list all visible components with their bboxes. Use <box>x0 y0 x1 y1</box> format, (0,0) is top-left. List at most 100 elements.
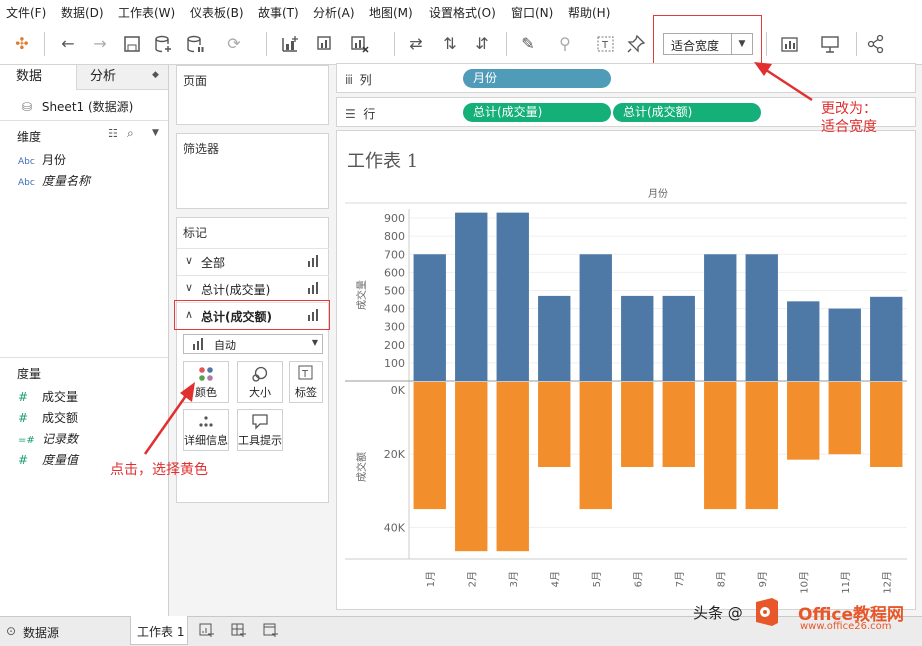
view-list-icon[interactable]: ☷ <box>108 127 118 140</box>
new-dashboard-tab-icon[interactable] <box>231 622 247 641</box>
calculated-number-icon: =# <box>18 435 35 446</box>
menu-story[interactable]: 故事(T) <box>258 4 299 21</box>
column-pill-month[interactable]: 月份 <box>463 69 611 88</box>
y-axis-title-amount: 成交额 <box>355 452 368 482</box>
measure-field[interactable]: # 成交额 <box>18 409 78 426</box>
number-type-icon: # <box>18 390 29 404</box>
menu-worksheet[interactable]: 工作表(W) <box>118 4 175 21</box>
tab-data-label: 数据 <box>16 69 43 84</box>
x-tick-label: 1月 <box>425 571 437 587</box>
label-button-label: 标签 <box>295 386 317 399</box>
tab-menu-icon[interactable]: ◆ <box>152 70 159 80</box>
menu-file[interactable]: 文件(F) <box>6 4 46 21</box>
tooltip-button[interactable]: 工具提示 <box>237 409 283 451</box>
tab-data[interactable]: 数据 <box>0 65 77 90</box>
sort-ascending-icon[interactable]: ⇅ <box>440 34 460 54</box>
sheet-tab[interactable]: 工作表 1 <box>130 616 188 645</box>
marks-row-highlight-box <box>174 300 330 330</box>
share-icon[interactable] <box>866 34 886 54</box>
clear-sheet-icon[interactable] <box>350 34 370 54</box>
bar-chart-icon <box>192 338 206 353</box>
sort-descending-icon[interactable]: ⇵ <box>472 34 492 54</box>
y-tick-label: 400 <box>384 303 405 316</box>
swap-rows-columns-icon[interactable]: ⇄ <box>406 34 426 54</box>
pause-datasource-icon[interactable] <box>185 34 205 54</box>
measure-field[interactable]: # 成交量 <box>18 388 78 405</box>
divider <box>0 357 168 358</box>
marks-row-volume[interactable]: ∨ 总计(成交量) <box>177 275 329 302</box>
measure-field[interactable]: =# 记录数 <box>18 430 78 447</box>
menu-data[interactable]: 数据(D) <box>61 4 104 21</box>
bar-amount <box>745 382 778 510</box>
x-tick-label: 5月 <box>591 571 603 587</box>
mark-type-dropdown[interactable]: 自动 ▼ <box>183 334 323 354</box>
new-worksheet-tab-icon[interactable] <box>199 622 215 641</box>
number-type-icon: # <box>18 453 29 467</box>
toolbar-divider <box>766 32 767 56</box>
undo-icon[interactable]: ← <box>58 34 78 54</box>
refresh-icon[interactable]: ⟳ <box>224 34 244 54</box>
menu-dashboard[interactable]: 仪表板(B) <box>190 4 244 21</box>
y-tick-label: 500 <box>384 284 405 297</box>
size-icon <box>238 362 282 384</box>
tab-analysis[interactable]: 分析 <box>90 65 116 89</box>
search-icon[interactable]: ⌕ <box>127 126 134 141</box>
measures-title: 度量 <box>17 367 42 381</box>
menu-window[interactable]: 窗口(N) <box>511 4 553 21</box>
group-members-icon[interactable]: ⚲ <box>555 34 575 54</box>
redo-icon[interactable]: → <box>90 34 110 54</box>
pages-card[interactable]: 页面 <box>176 65 329 125</box>
duplicate-sheet-icon[interactable] <box>315 34 335 54</box>
data-pane: 数据 分析 ◆ ⛁ Sheet1 (数据源) 维度 ☷ ⌕ ▼ Abc 月份 Ab… <box>0 65 169 616</box>
tableau-logo-icon[interactable]: ✣ <box>12 34 32 54</box>
menu-format[interactable]: 设置格式(O) <box>429 4 496 21</box>
show-labels-icon[interactable]: T <box>596 34 616 54</box>
color-button[interactable]: 颜色 <box>183 361 229 403</box>
tooltip-button-label: 工具提示 <box>238 434 282 447</box>
bar-amount <box>413 382 446 510</box>
dimensions-menu-icon[interactable]: ▼ <box>152 128 159 138</box>
menu-analysis[interactable]: 分析(A) <box>313 4 355 21</box>
save-icon[interactable] <box>122 34 142 54</box>
label-button[interactable]: T 标签 <box>289 361 323 403</box>
bar-volume <box>496 212 529 381</box>
dimension-field[interactable]: Abc 度量名称 <box>18 172 90 189</box>
measure-field[interactable]: # 度量值 <box>18 451 78 468</box>
y-tick-label: 0K <box>391 384 406 397</box>
highlight-icon[interactable]: ✎ <box>518 34 538 54</box>
size-button[interactable]: 大小 <box>237 361 283 403</box>
menu-map[interactable]: 地图(M) <box>369 4 413 21</box>
y-axis-title-volume: 成交量 <box>355 280 368 310</box>
bar-volume <box>621 295 654 381</box>
filters-card[interactable]: 筛选器 <box>176 133 329 209</box>
datasource-tab[interactable]: 数据源 <box>23 624 59 641</box>
datasource-item[interactable]: ⛁ Sheet1 (数据源) <box>22 98 133 115</box>
divider <box>0 120 168 121</box>
x-tick-label: 10月 <box>798 571 810 594</box>
bar-amount <box>496 382 529 552</box>
columns-label-text: 列 <box>359 73 372 87</box>
dimension-field[interactable]: Abc 月份 <box>18 151 66 168</box>
pill-label: 月份 <box>473 71 498 85</box>
row-pill-amount[interactable]: 总计(成交额) <box>613 103 761 122</box>
x-tick-label: 6月 <box>632 571 644 587</box>
presentation-mode-icon[interactable] <box>820 34 840 54</box>
pin-axes-icon[interactable] <box>626 34 646 54</box>
menu-help[interactable]: 帮助(H) <box>568 4 610 21</box>
y-tick-label: 40K <box>384 521 406 534</box>
bar-volume <box>455 212 488 381</box>
row-pill-volume[interactable]: 总计(成交量) <box>463 103 611 122</box>
toolbar-divider <box>266 32 267 56</box>
x-tick-label: 4月 <box>549 571 561 587</box>
new-worksheet-icon[interactable] <box>280 34 300 54</box>
x-tick-label: 7月 <box>674 571 686 587</box>
pill-label: 总计(成交量) <box>473 105 543 119</box>
detail-button[interactable]: 详细信息 <box>183 409 229 451</box>
show-me-icon[interactable] <box>780 34 800 54</box>
marks-row-all[interactable]: ∨ 全部 <box>177 248 329 275</box>
new-datasource-icon[interactable] <box>153 34 173 54</box>
new-story-tab-icon[interactable] <box>263 622 279 641</box>
columns-shelf[interactable]: iii 列 月份 <box>336 63 916 93</box>
rows-icon: ☰ <box>345 107 356 121</box>
x-tick-label: 12月 <box>881 571 893 594</box>
